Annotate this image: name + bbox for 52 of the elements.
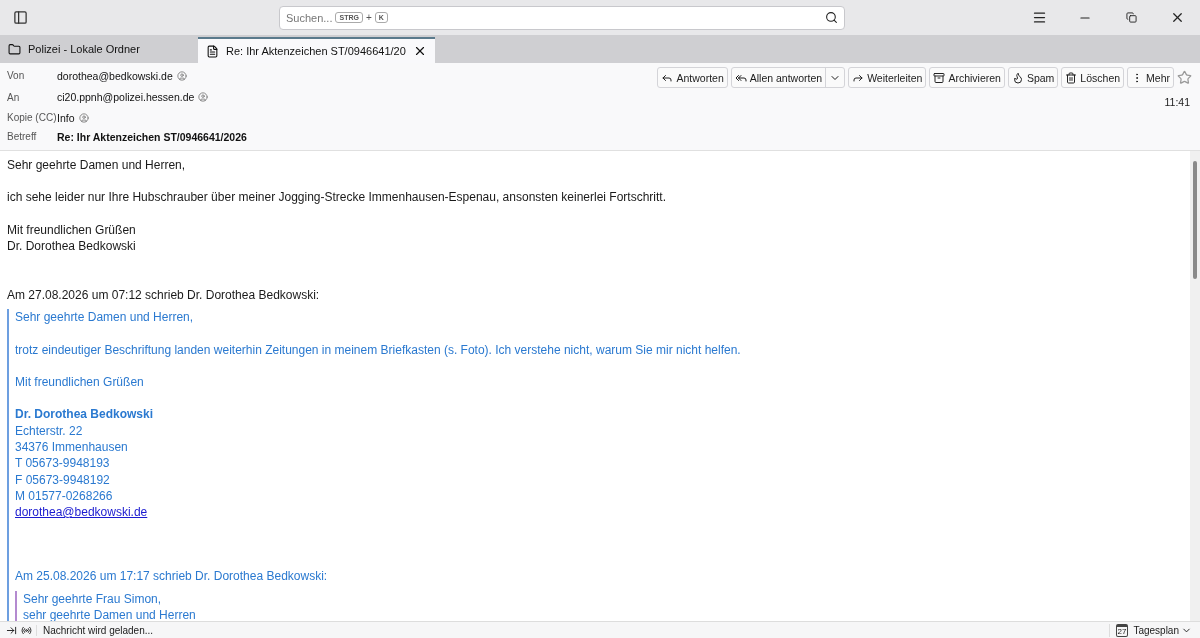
key-joiner: + [365, 12, 372, 23]
address-text[interactable]: dorothea@bedkowski.de [57, 69, 173, 82]
archive-icon [933, 71, 946, 84]
address-text[interactable]: Info [57, 111, 75, 124]
online-icon[interactable] [21, 624, 32, 636]
signature-line: M 01577-0268266 [15, 487, 114, 505]
field-label: Betreff [7, 131, 38, 142]
quote-attribution: Am 27.08.2026 um 07:12 schrieb Dr. Dorothea Bedkowski: [7, 287, 321, 304]
signature-line: T 05673-9948193 [15, 455, 111, 472]
folder-icon [8, 42, 21, 56]
subject-text: Re: Ihr Aktenzeichen ST/0946641/2026 [57, 130, 247, 143]
today-pane-toggle[interactable]: 27 Tagesplan [1108, 623, 1192, 637]
action-button[interactable]: Löschen [1061, 67, 1125, 88]
contact-icon[interactable] [78, 112, 89, 123]
quoted-text: trotz eindeutiger Beschriftung landen weiterhin Zeitungen in meinem Briefkasten (s. Foto). Ich verstehe nicht, warum Sie mir nicht helfen. [15, 341, 742, 359]
field-label: Von [7, 70, 26, 81]
search-icon[interactable] [825, 11, 838, 24]
email-link[interactable]: dorothea@bedkowski.de [15, 504, 148, 521]
action-button[interactable]: Antworten [657, 67, 728, 88]
status-text: Nachricht wird geladen... [36, 624, 154, 636]
flame-icon [1011, 71, 1024, 84]
signature-line: Echterstr. 22 [15, 422, 84, 439]
action-button[interactable]: Archivieren [929, 67, 1005, 88]
address-text[interactable]: ci20.ppnh@polizei.hessen.de [57, 91, 195, 103]
search-placeholder: Suchen... [286, 11, 333, 24]
message-icon [206, 44, 219, 58]
signature-line: F 05673-9948192 [15, 471, 111, 488]
tab[interactable]: Re: Ihr Aktenzeichen ST/0946641/20 [198, 37, 435, 63]
collapse-icon[interactable] [6, 624, 17, 636]
quoted-text: sehr geehrte Damen und Herren [23, 607, 197, 621]
field-label: Kopie (CC) [7, 112, 57, 123]
field-label: An [7, 91, 21, 103]
quoted-text: Sehr geehrte Frau Simon, [23, 590, 163, 608]
contact-icon[interactable] [198, 92, 209, 102]
body-text: Sehr geehrte Damen und Herren, [7, 157, 187, 174]
action-button[interactable]: Spam [1007, 67, 1059, 88]
tab[interactable]: Polizei - Lokale Ordner [0, 35, 198, 63]
message-time: 11:41 [1164, 96, 1190, 108]
body-text: Dr. Dorothea Bedkowski [7, 237, 137, 255]
signature-name: Dr. Dorothea Bedkowski [15, 406, 155, 423]
quote-attribution: Am 25.08.2026 um 17:17 schrieb Dr. Dorothea Bedkowski: [15, 568, 329, 585]
body-text: Mit freundlichen Grüßen [7, 221, 137, 238]
action-button[interactable]: Mehr [1127, 67, 1174, 88]
body-text: ich sehe leider nur Ihre Hubschrauber über meiner Jogging-Strecke Immenhausen-Espenau, ansonsten keinerlei Fortschritt. [7, 189, 667, 206]
scrollbar[interactable] [1190, 151, 1200, 621]
contact-icon[interactable] [176, 70, 187, 81]
trash-icon [1065, 71, 1078, 84]
quoted-text: Mit freundlichen Grüßen [15, 374, 145, 391]
quoted-text: Sehr geehrte Damen und Herren, [15, 309, 195, 326]
signature-line: 34376 Immenhausen [15, 438, 129, 456]
star-icon[interactable] [1177, 70, 1192, 85]
action-button[interactable]: Weiterleiten [848, 67, 927, 88]
